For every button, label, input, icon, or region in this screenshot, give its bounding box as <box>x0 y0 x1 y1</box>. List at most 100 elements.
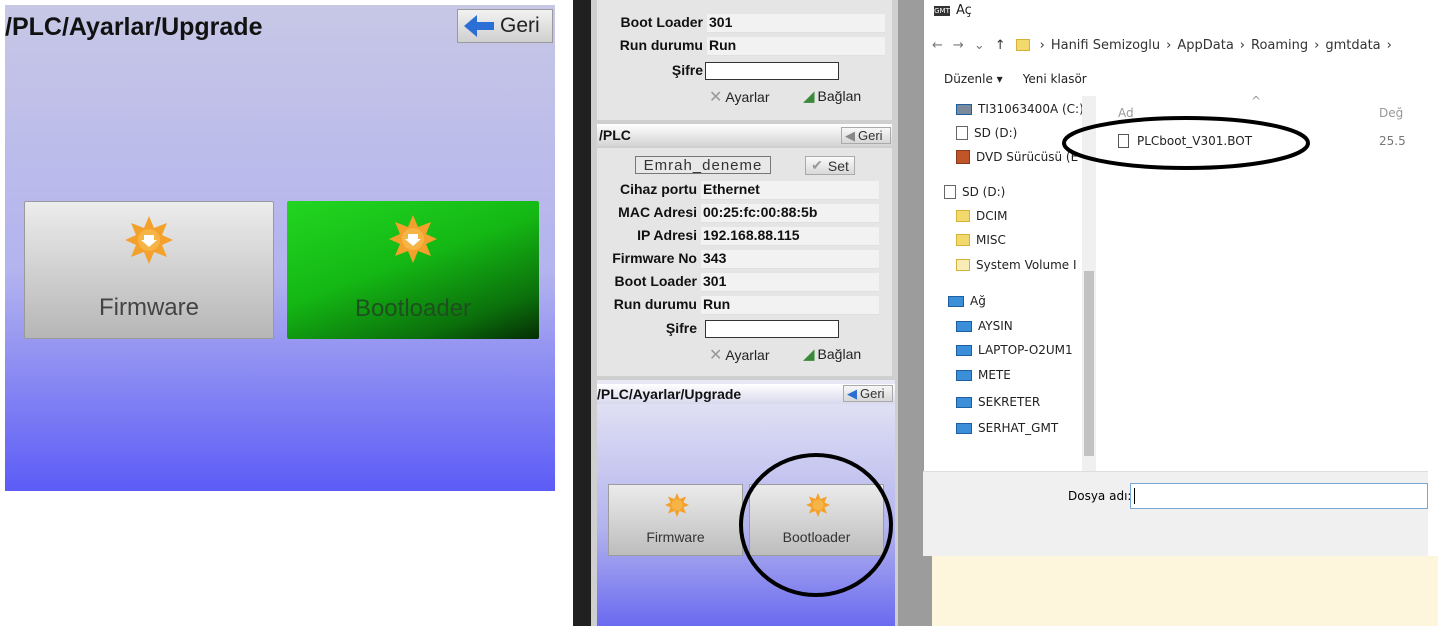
dvd-icon <box>956 150 970 164</box>
device-settings-panel: Boot Loader 301 Run durumu Run Şifre ✕ A… <box>591 0 898 626</box>
background-area <box>932 556 1438 626</box>
row-value: Ethernet <box>701 181 879 200</box>
info-row: Run durumu Run <box>607 37 885 56</box>
upgrade-title: /PLC/Ayarlar/Upgrade <box>5 13 263 41</box>
new-folder-button[interactable]: Yeni klasör <box>1023 72 1087 86</box>
nav-item[interactable]: Ağ <box>948 294 1088 308</box>
sort-chevron-icon: ^ <box>1251 94 1262 108</box>
breadcrumb-item[interactable]: AppData <box>1177 38 1233 53</box>
info-row: MAC Adresi 00:25:fc:00:88:5b <box>601 204 879 223</box>
nav-item[interactable]: System Volume I <box>956 258 1096 272</box>
app-icon: GMT <box>934 5 950 16</box>
password-input[interactable] <box>705 62 839 80</box>
firmware-button[interactable]: Firmware <box>608 484 743 556</box>
scrollbar-thumb[interactable] <box>1084 271 1094 456</box>
bootloader-label: Bootloader <box>354 295 472 322</box>
row-value: 301 <box>701 273 879 292</box>
nav-item[interactable]: MISC <box>956 233 1096 247</box>
computer-icon <box>956 369 972 381</box>
computer-icon <box>956 422 972 434</box>
connect-link[interactable]: ◢ Bağlan <box>803 345 861 363</box>
folder-icon <box>956 259 970 271</box>
breadcrumb-item[interactable]: Roaming <box>1251 38 1308 53</box>
back-arrow-icon[interactable]: ← <box>932 38 943 53</box>
breadcrumb-item[interactable]: gmtdata <box>1325 38 1380 53</box>
password-input[interactable] <box>705 320 839 338</box>
connect-icon: ◢ <box>803 346 815 363</box>
organize-menu[interactable]: Düzenle ▾ <box>944 72 1003 86</box>
network-icon <box>948 295 964 307</box>
filename-label: Dosya adı: <box>1068 489 1132 503</box>
text-caret <box>1134 488 1135 504</box>
info-row: Boot Loader 301 <box>607 14 885 33</box>
row-key: Run durumu <box>601 296 701 315</box>
up-arrow-icon[interactable]: ↑ <box>995 38 1006 53</box>
upgrade-screen-zoomed: /PLC/Ayarlar/Upgrade Geri Firmware Bootl… <box>5 5 555 491</box>
chevron-down-icon[interactable]: ⌄ <box>974 38 985 53</box>
bootloader-label: Bootloader <box>782 529 851 545</box>
info-row: Run durumu Run <box>601 296 879 315</box>
connect-icon: ◢ <box>803 88 815 105</box>
nav-item[interactable]: SD (D:) <box>956 126 1096 140</box>
filename-input[interactable] <box>1130 483 1428 509</box>
bootloader-button[interactable]: Bootloader <box>749 484 884 556</box>
back-button[interactable]: ◀ Geri <box>841 127 891 144</box>
settings-link[interactable]: ✕ Ayarlar <box>709 345 770 365</box>
settings-label: Ayarlar <box>725 89 770 105</box>
dialog-toolbar: Düzenle ▾ Yeni klasör <box>944 72 1087 86</box>
row-key: IP Adresi <box>601 227 701 246</box>
connect-link[interactable]: ◢ Bağlan <box>803 87 861 105</box>
folder-icon <box>956 210 970 222</box>
settings-link[interactable]: ✕ Ayarlar <box>709 87 770 107</box>
column-header-date[interactable]: Değ <box>1379 106 1403 120</box>
breadcrumb-item[interactable]: Hanifi Semizoglu <box>1051 38 1160 53</box>
forward-arrow-icon[interactable]: → <box>953 38 964 53</box>
row-value: 00:25:fc:00:88:5b <box>701 204 879 223</box>
back-label: Geri <box>860 386 885 401</box>
upgrade-burst-icon <box>806 493 830 517</box>
nav-item[interactable]: AYSIN <box>956 319 1096 333</box>
nav-item[interactable]: SEKRETER <box>956 395 1096 409</box>
nav-item[interactable]: LAPTOP-O2UM1 <box>956 343 1096 357</box>
set-button[interactable]: ✔ Set <box>805 156 855 175</box>
row-key: Run durumu <box>607 37 707 56</box>
plc-header-title: /PLC <box>599 127 631 143</box>
nav-item[interactable]: TI31063400A (C:) <box>956 102 1096 116</box>
connect-label: Bağlan <box>817 346 862 362</box>
row-value: 343 <box>701 250 879 269</box>
computer-icon <box>956 396 972 408</box>
column-header-name[interactable]: Ad <box>1118 106 1134 120</box>
nav-item[interactable]: DCIM <box>956 209 1096 223</box>
upgrade-burst-icon <box>125 216 173 264</box>
nav-item[interactable]: SD (D:) <box>944 185 1084 199</box>
drive-icon <box>956 126 968 140</box>
password-label: Şifre <box>607 62 707 81</box>
back-button[interactable]: ◀ Geri <box>843 385 893 402</box>
address-bar[interactable]: ← → ⌄ ↑ › Hanifi Semizoglu › AppData › R… <box>932 33 1428 57</box>
computer-icon <box>956 320 972 332</box>
check-icon: ✔ <box>811 157 823 173</box>
row-value: Run <box>707 37 885 56</box>
row-key: Cihaz portu <box>601 181 701 200</box>
bootloader-button[interactable]: Bootloader <box>287 201 539 339</box>
drive-icon <box>944 185 956 199</box>
nav-item[interactable]: METE <box>956 368 1096 382</box>
dialog-footer: Dosya adı: <box>923 471 1428 556</box>
upgrade-screen: /PLC/Ayarlar/Upgrade ◀ Geri Firmware Boo… <box>597 380 895 626</box>
firmware-label: Firmware <box>99 294 199 321</box>
device-name-field[interactable]: Emrah_deneme <box>635 156 771 174</box>
password-label: Şifre <box>601 320 701 339</box>
dialog-title-bar: GMT Aç <box>934 3 972 18</box>
row-key: Firmware No <box>601 250 701 269</box>
nav-scrollbar[interactable] <box>1082 96 1096 471</box>
row-value: Run <box>701 296 879 315</box>
back-button[interactable]: Geri <box>457 9 553 43</box>
file-row[interactable]: PLCboot_V301.BOT <box>1118 134 1252 148</box>
nav-item[interactable]: SERHAT_GMT <box>956 421 1096 435</box>
nav-item[interactable]: DVD Sürücüsü (E <box>956 150 1096 164</box>
breadcrumb: › Hanifi Semizoglu › AppData › Roaming ›… <box>1039 37 1392 53</box>
set-label: Set <box>827 157 849 174</box>
firmware-button[interactable]: Firmware <box>24 201 274 339</box>
folder-icon <box>956 234 970 246</box>
row-value: 192.168.88.115 <box>701 227 879 246</box>
